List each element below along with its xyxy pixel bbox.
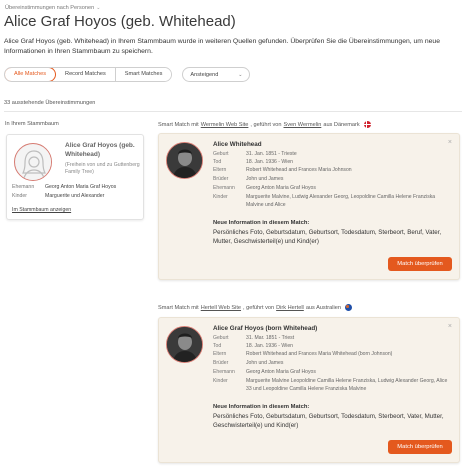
match-type-tabs: Alle Matches Record Matches Smart Matche… xyxy=(4,67,173,82)
match-header: Smart Match mit Hertell Web Site, geführ… xyxy=(158,304,352,311)
breadcrumb-label: Übereinstimmungen nach Personen xyxy=(5,5,95,11)
match-row-children: Kinder Marguerite Malvine, Ludwig Alexand… xyxy=(213,194,452,209)
row-label: Eltern xyxy=(213,351,227,357)
match-name: Alice Graf Hoyos (born Whitehead) xyxy=(213,325,318,332)
tree-row-children: Kinder Marguerite und Alexander xyxy=(12,193,104,199)
tree-source-note: (Freihein von und zu Guttenberg Family T… xyxy=(65,162,140,175)
row-value: Robert Whitehead and Frances Maria Johns… xyxy=(246,167,352,173)
header-text: Smart Match mit xyxy=(158,304,199,311)
row-value: Marguerite Malvine, Ludwig Alexander Geo… xyxy=(246,194,436,208)
view-in-tree-link[interactable]: Im Stammbaum anzeigen xyxy=(12,207,71,213)
row-value: Georg Anton Maria Graf Hoyos xyxy=(246,369,316,375)
row-value: Robert Whitehead and Frances Maria White… xyxy=(246,351,393,357)
tree-person-card: Alice Graf Hoyos (geb. Whitehead) (Freih… xyxy=(6,134,144,220)
row-value: Georg Anton Maria Graf Hoyos xyxy=(45,184,117,190)
row-label: Ehemann xyxy=(213,185,235,191)
page-intro: Alice Graf Hoyos (geb. Whitehead) in Ihr… xyxy=(4,38,440,55)
row-value: John und James xyxy=(246,176,284,182)
row-label: Kinder xyxy=(213,378,228,384)
match-row-death: Tod 18. Jan. 1936 - Wien xyxy=(213,343,452,351)
match-row-parents: Eltern Robert Whitehead and Frances Maria… xyxy=(213,167,452,175)
match-card: × Alice Whitehead Geburt 31. Jan. 1851 - … xyxy=(158,133,460,280)
row-value: Marguerite und Alexander xyxy=(45,193,105,199)
review-match-button[interactable]: Match überprüfen xyxy=(388,440,452,454)
tab-record-matches[interactable]: Record Matches xyxy=(56,68,116,81)
match-row-siblings: Brüder John und James xyxy=(213,176,452,184)
row-value: 31. Jan. 1851 - Trieste xyxy=(246,151,297,157)
tree-person-name: Alice Graf Hoyos (geb. Whitehead) xyxy=(65,142,135,158)
row-label: Brüder xyxy=(213,176,229,182)
manager-link[interactable]: Sven Wermelin xyxy=(284,122,322,128)
match-card: × Alice Graf Hoyos (born Whitehead) Gebu… xyxy=(158,317,460,463)
tab-smart-matches[interactable]: Smart Matches xyxy=(115,68,172,81)
person-photo xyxy=(166,142,203,179)
row-label: Brüder xyxy=(213,360,229,366)
row-label: Eltern xyxy=(213,167,227,173)
header-text: , geführt von xyxy=(250,121,282,128)
match-row-siblings: Brüder John und James xyxy=(213,360,452,368)
manager-link[interactable]: Dirk Hertell xyxy=(276,305,304,311)
review-match-button[interactable]: Match überprüfen xyxy=(388,257,452,271)
new-info-title: Neue Information in diesem Match: xyxy=(213,404,310,410)
tree-row-spouse: Ehemann Georg Anton Maria Graf Hoyos xyxy=(12,184,116,190)
new-info-text: Persönliches Foto, Geburtsdatum, Geburts… xyxy=(213,413,444,429)
pending-count: 33 ausstehende Übereinstimmungen xyxy=(4,100,96,106)
site-link[interactable]: Wermelin Web Site xyxy=(201,122,249,128)
match-row-spouse: Ehemann Georg Anton Maria Graf Hoyos xyxy=(213,369,452,377)
match-name: Alice Whitehead xyxy=(213,141,262,148)
match-row-spouse: Ehemann Georg Anton Maria Graf Hoyos xyxy=(213,185,452,193)
match-header: Smart Match mit Wermelin Web Site, gefüh… xyxy=(158,121,371,128)
row-value: 18. Jan. 1936 - Wien xyxy=(246,343,294,349)
match-row-death: Tod 18. Jan. 1936 - Wien xyxy=(213,159,452,167)
row-label: Geburt xyxy=(213,335,229,341)
row-value: John und James xyxy=(246,360,284,366)
person-photo xyxy=(166,326,203,363)
row-label: Kinder xyxy=(12,193,27,199)
row-value: Georg Anton Maria Graf Hoyos xyxy=(246,185,316,191)
sort-label: Ansteigend xyxy=(190,71,219,78)
row-label: Kinder xyxy=(213,194,228,200)
tree-heading: In Ihrem Stammbaum xyxy=(5,121,59,127)
close-icon[interactable]: × xyxy=(448,323,452,330)
avatar-placeholder-icon xyxy=(14,143,52,181)
row-label: Tod xyxy=(213,343,222,349)
site-link[interactable]: Hertell Web Site xyxy=(201,305,241,311)
australia-flag-icon xyxy=(344,304,352,311)
new-info-title: Neue Information in diesem Match: xyxy=(213,220,310,226)
denmark-flag-icon xyxy=(363,121,371,128)
match-row-birth: Geburt 31. Jan. 1851 - Trieste xyxy=(213,151,452,159)
match-row-birth: Geburt 31. Mar. 1851 - Triest xyxy=(213,335,452,343)
filter-bar: Alle Matches Record Matches Smart Matche… xyxy=(4,67,251,82)
match-row-children: Kinder Marguerite Malvine Leopoldine Cami… xyxy=(213,378,452,393)
row-label: Tod xyxy=(213,159,222,165)
page-title: Alice Graf Hoyos (geb. Whitehead) xyxy=(4,13,236,30)
breadcrumb[interactable]: Übereinstimmungen nach Personen ⌄ xyxy=(5,5,100,11)
header-text: Smart Match mit xyxy=(158,121,199,128)
new-info-text: Persönliches Foto, Geburtsdatum, Geburts… xyxy=(213,229,442,245)
row-label: Ehemann xyxy=(213,369,235,375)
row-label: Geburt xyxy=(213,151,229,157)
row-value: 18. Jan. 1936 - Wien xyxy=(246,159,294,165)
chevron-down-icon: ⌄ xyxy=(96,5,101,11)
close-icon[interactable]: × xyxy=(448,139,452,146)
chevron-down-icon: ⌄ xyxy=(238,71,243,78)
row-value: 31. Mar. 1851 - Triest xyxy=(246,335,295,341)
header-text: , geführt von xyxy=(243,304,275,311)
row-value: Marguerite Malvine Leopoldine Camilla He… xyxy=(246,378,448,392)
divider xyxy=(4,111,462,112)
sort-dropdown[interactable]: Ansteigend ⌄ xyxy=(182,67,251,82)
match-row-parents: Eltern Robert Whitehead and Frances Maria… xyxy=(213,351,452,359)
header-text: aus Dänemark xyxy=(323,121,360,128)
tab-all-matches[interactable]: Alle Matches xyxy=(5,68,57,81)
row-label: Ehemann xyxy=(12,184,35,190)
header-text: aus Australien xyxy=(305,304,341,311)
